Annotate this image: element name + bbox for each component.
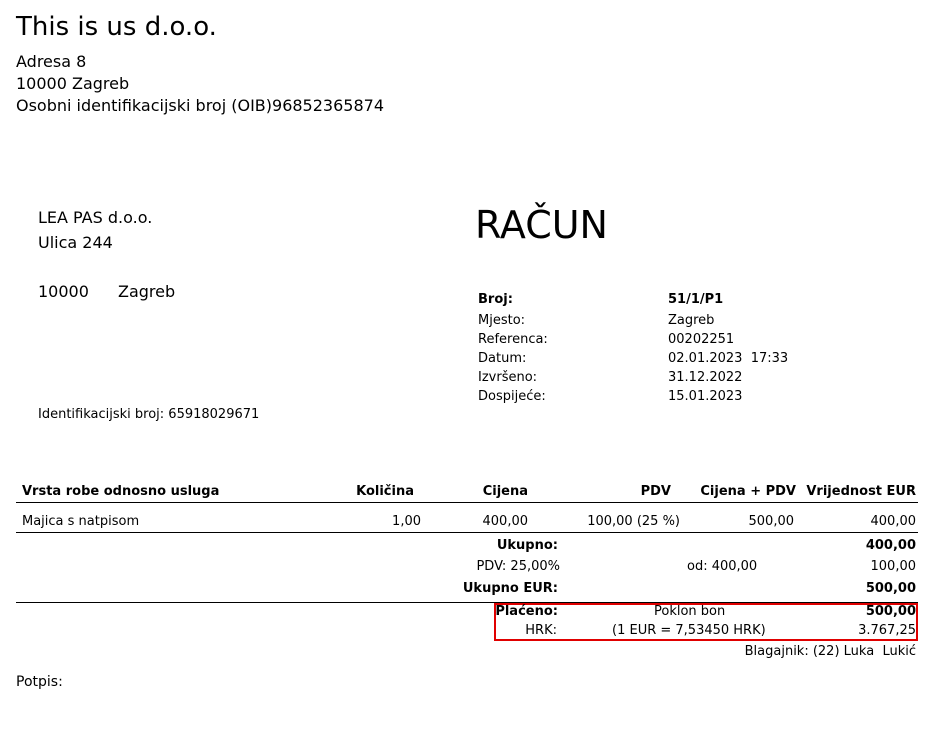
meta-value: 15.01.2023 — [668, 389, 743, 404]
paid-value: 500,00 — [865, 604, 916, 619]
total-eur-label: Ukupno EUR: — [462, 581, 558, 596]
buyer-postal: 10000 — [38, 282, 89, 301]
hrk-label: HRK: — [525, 623, 557, 638]
cell-price-vat: 500,00 — [748, 514, 795, 529]
buyer-city: Zagreb — [118, 282, 176, 301]
meta-value: 00202251 — [668, 332, 735, 347]
signature-label: Potpis: — [16, 674, 63, 690]
vat-base: od: 400,00 — [687, 559, 758, 574]
issuer-city: 10000 Zagreb — [16, 74, 130, 93]
column-header-price-vat: Cijena + PDV — [700, 484, 796, 499]
buyer-name: LEA PAS d.o.o. — [38, 208, 153, 227]
total-value: 400,00 — [865, 538, 916, 553]
cell-item: Majica s natpisom — [22, 514, 140, 529]
invoice-title: RAČUN — [475, 203, 608, 247]
paid-label: Plaćeno: — [495, 604, 558, 619]
meta-label: Broj: — [478, 292, 513, 307]
buyer-street: Ulica 244 — [38, 233, 113, 252]
meta-value: 02.01.2023 17:33 — [668, 351, 789, 366]
column-header-vat: PDV — [640, 484, 671, 499]
total-eur-value: 500,00 — [865, 581, 916, 596]
cell-quantity: 1,00 — [392, 514, 421, 529]
total-label: Ukupno: — [496, 538, 558, 553]
column-header-quantity: Količina — [356, 484, 414, 499]
cell-price: 400,00 — [482, 514, 529, 529]
meta-label: Mjesto: — [478, 313, 526, 328]
issuer-name: This is us d.o.o. — [16, 12, 217, 42]
header-rule — [16, 502, 918, 503]
column-header-item: Vrsta robe odnosno usluga — [22, 484, 220, 499]
issuer-address: Adresa 8 — [16, 52, 87, 71]
column-header-price: Cijena — [482, 484, 528, 499]
issuer-oib: Osobni identifikacijski broj (OIB)968523… — [16, 96, 384, 115]
meta-value: 31.12.2022 — [668, 370, 743, 385]
meta-label: Datum: — [478, 351, 527, 366]
cashier: Blagajnik: (22) Luka Lukić — [744, 644, 916, 659]
column-header-value-eur: Vrijednost EUR — [806, 484, 916, 499]
cell-value-eur: 400,00 — [870, 514, 917, 529]
meta-label: Referenca: — [478, 332, 548, 347]
meta-label: Dospijeće: — [478, 389, 546, 404]
row-rule — [16, 532, 918, 533]
buyer-id-number: Identifikacijski broj: 65918029671 — [38, 407, 260, 422]
meta-value: Zagreb — [668, 313, 715, 328]
exchange-rate: (1 EUR = 7,53450 HRK) — [612, 623, 766, 638]
vat-value: 100,00 — [870, 559, 917, 574]
hrk-value: 3.767,25 — [858, 623, 916, 638]
vat-rate-label: PDV: 25,00% — [476, 559, 560, 574]
meta-value: 51/1/P1 — [668, 292, 724, 307]
meta-label: Izvršeno: — [478, 370, 538, 385]
payment-method: Poklon bon — [654, 604, 726, 619]
cell-vat: 100,00 (25 %) — [587, 514, 680, 529]
